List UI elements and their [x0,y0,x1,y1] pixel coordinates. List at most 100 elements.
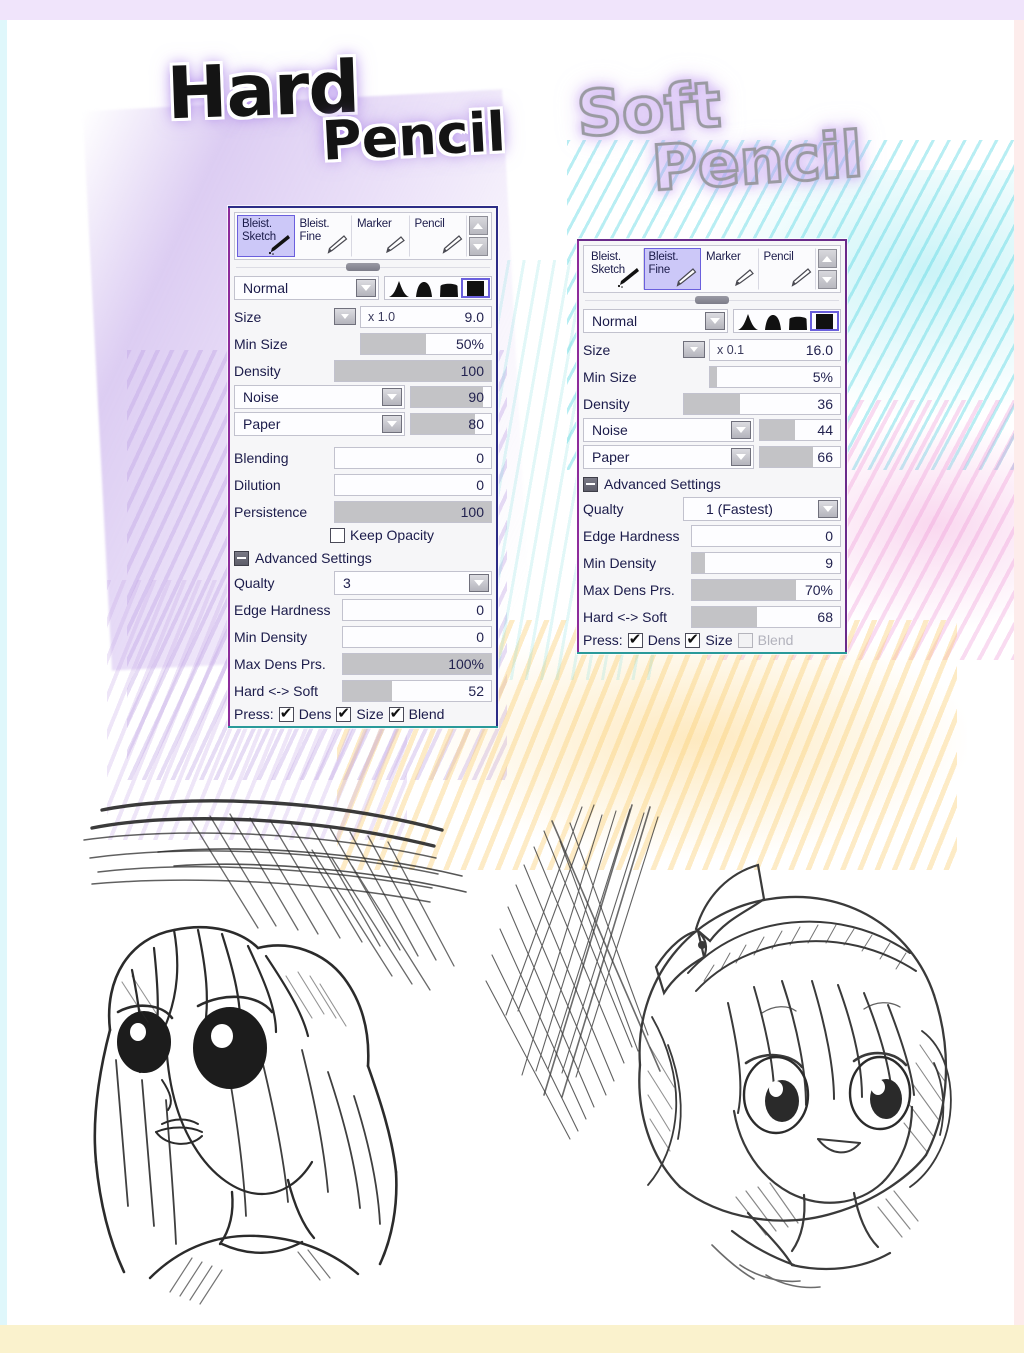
marker-icon [381,233,407,255]
max-dens-prs-slider[interactable]: 70% [691,578,841,601]
tip-sharp-icon[interactable] [386,278,411,298]
scroll-up-icon[interactable] [468,216,488,235]
quality-select[interactable]: 3 [334,570,492,595]
paper-slider[interactable]: 80 [410,413,492,435]
chevron-down-icon[interactable] [731,421,751,439]
quality-select[interactable]: 1 (Fastest) [683,496,841,521]
tip-sharp-icon[interactable] [735,311,760,331]
tip-flat-icon[interactable] [785,311,810,331]
scroll-up-icon[interactable] [817,249,837,268]
paper-slider[interactable]: 66 [759,446,841,468]
blending-label: Blending [234,449,289,466]
collapse-icon[interactable] [234,550,249,566]
chevron-down-icon[interactable] [818,499,838,518]
press-dens-checkbox[interactable] [278,704,294,722]
chevron-down-icon[interactable] [356,279,376,297]
page-top-band [0,0,1024,20]
advanced-settings-label: Advanced Settings [604,476,721,492]
density-slider[interactable]: 100 [334,359,492,382]
tip-flat-icon[interactable] [436,278,461,298]
density-slider[interactable]: 36 [683,392,841,415]
brush-tab-bleist-fine[interactable]: Bleist. Fine [295,215,352,257]
tip-square-icon[interactable] [810,311,839,331]
size-row: Size x 1.0 9.0 [234,304,492,329]
collapse-icon[interactable] [583,476,598,492]
size-preset-dropdown[interactable] [334,308,356,325]
blend-mode-select[interactable]: Normal [583,309,728,333]
persistence-slider[interactable]: 100 [334,500,492,523]
blend-mode-select[interactable]: Normal [234,276,379,300]
size-preset-dropdown[interactable] [683,341,705,358]
noise-select[interactable]: Noise [583,418,754,442]
brush-tab-pencil[interactable]: Pencil [410,215,467,257]
brush-tab-bleist-fine[interactable]: Bleist. Fine [643,248,701,290]
press-blend-checkbox[interactable] [388,704,404,722]
hard-soft-slider[interactable]: 68 [691,605,841,628]
min-size-slider[interactable]: 50% [360,332,492,355]
brush-list-scroll-buttons [816,248,838,290]
chevron-down-icon[interactable] [382,415,402,433]
panel-grip[interactable] [583,295,841,306]
page-left-band [0,20,7,1325]
max-dens-prs-slider[interactable]: 100% [342,652,492,675]
page-right-band [1014,20,1024,1325]
chevron-down-icon[interactable] [469,573,489,592]
tip-square-icon[interactable] [461,278,490,298]
min-size-row: Min Size 5% [583,364,841,389]
scroll-down-icon[interactable] [468,237,488,256]
hard-soft-label: Hard <-> Soft [583,608,668,625]
page-bottom-band [0,1325,1024,1353]
min-size-slider[interactable]: 5% [709,365,841,388]
brush-tab-marker[interactable]: Marker [352,215,410,257]
edge-hardness-slider[interactable]: 0 [342,598,492,621]
keep-opacity-checkbox[interactable] [329,527,345,543]
size-slider[interactable]: x 1.0 9.0 [360,305,492,328]
paper-select[interactable]: Paper [583,445,754,469]
keep-opacity-row[interactable]: Keep Opacity [234,527,492,543]
persistence-label: Persistence [234,503,308,520]
brush-tab-bleist-sketch[interactable]: Bleist. Sketch [237,215,295,257]
press-dens-checkbox[interactable] [627,630,643,648]
edge-hardness-row: Edge Hardness 0 [234,597,492,622]
noise-slider[interactable]: 44 [759,419,841,441]
noise-select[interactable]: Noise [234,385,405,409]
title-hard-pencil: Hard Pencil [166,45,508,173]
chevron-down-icon[interactable] [382,388,402,406]
edge-hardness-slider[interactable]: 0 [691,524,841,547]
size-value: 9.0 [464,308,484,325]
noise-row: Noise 44 [583,418,841,442]
quality-label: Qualty [234,574,275,591]
press-size-checkbox[interactable] [336,704,352,722]
min-density-slider[interactable]: 9 [691,551,841,574]
title-soft-word2: Pencil [648,116,866,207]
brush-list-scroll-buttons [467,215,489,257]
brush-tab-marker[interactable]: Marker [701,248,759,290]
tip-round-icon[interactable] [760,311,785,331]
chevron-down-icon[interactable] [705,312,725,330]
paper-select[interactable]: Paper [234,412,405,436]
hard-soft-row: Hard <-> Soft 52 [234,678,492,703]
advanced-settings-toggle[interactable]: Advanced Settings [234,550,492,566]
brush-tab-pencil[interactable]: Pencil [759,248,816,290]
dilution-slider[interactable]: 0 [334,473,492,496]
blending-slider[interactable]: 0 [334,446,492,469]
min-size-row: Min Size 50% [234,331,492,356]
scroll-down-icon[interactable] [817,270,837,289]
noise-row: Noise 90 [234,385,492,409]
size-value: 16.0 [805,341,833,358]
brush-tab-bleist-sketch[interactable]: Bleist. Sketch [586,248,644,290]
size-slider[interactable]: x 0.1 16.0 [709,338,841,361]
noise-slider[interactable]: 90 [410,386,492,408]
paper-value: 66 [817,449,833,465]
density-row: Density 100 [234,358,492,383]
tip-round-icon[interactable] [411,278,436,298]
min-density-slider[interactable]: 0 [342,625,492,648]
panel-grip[interactable] [234,262,492,273]
hard-soft-slider[interactable]: 52 [342,679,492,702]
blending-value: 0 [476,449,484,466]
advanced-settings-toggle[interactable]: Advanced Settings [583,476,841,492]
persistence-row: Persistence 100 [234,499,492,524]
chevron-down-icon[interactable] [731,448,751,466]
paper-row: Paper 80 [234,412,492,436]
press-size-checkbox[interactable] [685,630,701,648]
